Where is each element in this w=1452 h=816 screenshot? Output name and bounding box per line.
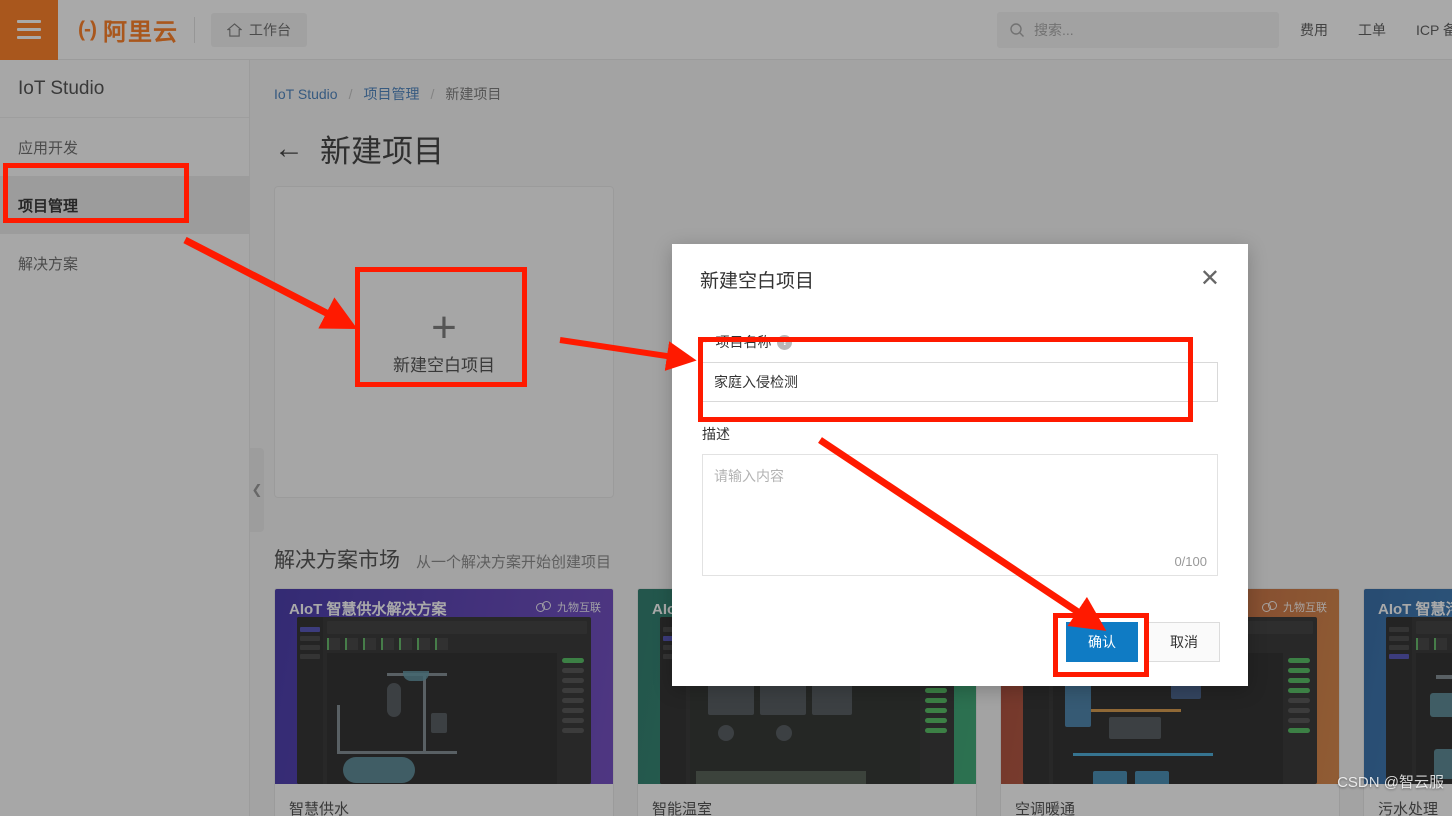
character-counter: 0/100 <box>1174 554 1207 569</box>
required-mark: * <box>702 334 708 350</box>
description-label: 描述 <box>702 424 1218 444</box>
dialog-header: 新建空白项目 ✕ <box>672 244 1248 314</box>
description-placeholder: 请输入内容 <box>714 468 784 484</box>
project-name-input[interactable]: 家庭入侵检测 <box>702 362 1218 402</box>
project-name-label-text: 项目名称 <box>715 334 772 350</box>
question-mark-icon[interactable]: ? <box>777 334 793 350</box>
project-name-value: 家庭入侵检测 <box>714 374 798 390</box>
dialog-body: * 项目名称 ? 家庭入侵检测 描述 请输入内容 0/100 <box>672 314 1248 576</box>
dialog-footer: 确认 取消 <box>1066 622 1220 662</box>
confirm-button[interactable]: 确认 <box>1066 622 1138 662</box>
project-name-label: * 项目名称 ? <box>702 332 1218 352</box>
description-label-text: 描述 <box>702 426 730 442</box>
cancel-button[interactable]: 取消 <box>1148 622 1220 662</box>
description-field: 描述 请输入内容 0/100 <box>702 424 1218 576</box>
description-textarea[interactable]: 请输入内容 0/100 <box>702 454 1218 576</box>
new-blank-project-dialog: 新建空白项目 ✕ * 项目名称 ? 家庭入侵检测 描述 请输入内容 0/100 <box>672 244 1248 686</box>
close-icon[interactable]: ✕ <box>1200 267 1220 291</box>
screen-root: (-) 阿里云 工作台 搜索... 费用 工单 ICP 备 IoT Studio… <box>0 0 1452 816</box>
dialog-title: 新建空白项目 <box>700 270 815 292</box>
